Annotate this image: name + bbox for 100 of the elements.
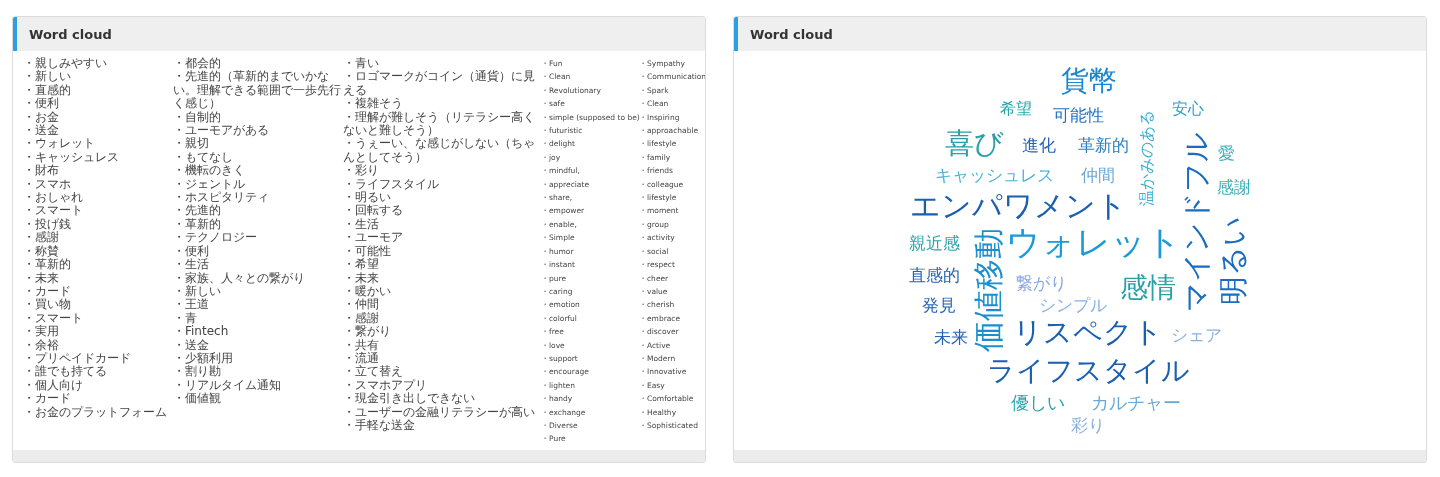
cloud-word: エンパワメント xyxy=(909,187,1127,223)
word-item: ・余裕 xyxy=(23,338,59,352)
cloud-word: リスペクト xyxy=(1013,315,1163,349)
cloud-word: 彩り xyxy=(1071,415,1105,435)
word-item: ・誰でも持てる xyxy=(23,365,107,379)
word-item: ・未来 xyxy=(23,271,59,285)
word-item: ・複雑そう xyxy=(343,97,403,111)
cloud-word: 進化 xyxy=(1022,135,1056,155)
word-item: ・うぇーい、な感じがしない（ちゃんとしてそう） xyxy=(343,137,536,164)
word-item: ・機転のきく xyxy=(173,164,245,178)
word-item: ・送金 xyxy=(173,338,209,352)
word-item: ・便利 xyxy=(173,244,209,258)
word-item: ・都会的 xyxy=(173,57,221,70)
word-item: ・実用 xyxy=(23,325,59,339)
word-item: ・親切 xyxy=(173,137,209,151)
panel-title: Word cloud xyxy=(29,26,112,42)
word-item: ・先進的（革新的までいかない。理解できる範囲で一歩先行く感じ） xyxy=(173,70,342,111)
word-item: ・送金 xyxy=(23,124,59,138)
word-item: ・仲間 xyxy=(343,298,379,312)
panel-title: Word cloud xyxy=(750,26,833,42)
word-item: ・ロゴマークがコイン（通貨）に見える xyxy=(343,70,536,97)
cloud-word: 希望 xyxy=(1000,98,1032,118)
cloud-word: 愛 xyxy=(1217,143,1235,163)
word-item: ・革新的 xyxy=(173,217,221,232)
cloud-word: 仲間 xyxy=(1081,165,1115,185)
word-item: ・先進的 xyxy=(173,204,221,218)
word-item: ・青 xyxy=(173,311,197,325)
word-item: ・生活 xyxy=(173,258,209,272)
cloud-word: 安心 xyxy=(1172,98,1204,118)
word-item: ・可能性 xyxy=(343,244,391,258)
word-item: ・青い xyxy=(343,57,379,70)
word-item: ・ライフスタイル xyxy=(343,177,439,191)
word-item: ・投げ銭 xyxy=(23,217,71,232)
cloud-word: 直感的 xyxy=(908,265,960,285)
word-item: ・ユーモアがある xyxy=(173,124,269,138)
word-item: ・希望 xyxy=(343,258,379,272)
word-item: ・親しみやすい xyxy=(23,57,107,70)
word-item: ・スマート xyxy=(23,311,83,325)
word-item: ・称賛 xyxy=(23,244,59,258)
word-item: ・Fintech xyxy=(173,325,229,339)
word-item: ・プリペイドカード xyxy=(23,351,131,365)
word-item: ・感謝 xyxy=(343,311,379,325)
cloud-word: 貨幣 xyxy=(1061,63,1117,97)
cloud-word: 価値移動 xyxy=(970,228,1006,352)
word-item: ・少額利用 xyxy=(173,351,233,365)
cloud-word: シンプル xyxy=(1039,295,1107,315)
word-item: ・現金引き出しできない xyxy=(343,392,475,406)
cloud-word: 発見 xyxy=(922,295,956,315)
word-item: ・価値観 xyxy=(173,392,221,406)
word-item: ・財布 xyxy=(23,164,59,178)
cloud-word: ライフスタイル xyxy=(986,353,1190,387)
cloud-word: 感謝 xyxy=(1217,177,1251,197)
cloud-word: 未来 xyxy=(934,327,968,347)
cloud-word: シェア xyxy=(1170,325,1222,345)
word-item: ・流通 xyxy=(343,351,379,365)
word-item: ・回転する xyxy=(343,204,403,218)
cloud-word: 明るい xyxy=(1216,215,1250,305)
cloud-word: 可能性 xyxy=(1052,105,1104,125)
word-item: ・未来 xyxy=(343,271,379,285)
word-item: ・ユーザーの金融リテラシーが高い xyxy=(343,405,535,419)
cloud-word: 繋がり xyxy=(1015,273,1067,293)
word-item: ・共有 xyxy=(343,338,379,352)
word-item: ・カード xyxy=(23,284,71,298)
word-item: ・感謝 xyxy=(23,231,59,245)
word-item: ・繋がり xyxy=(343,325,391,339)
word-item: ・彩り xyxy=(343,164,379,178)
word-item: ・スマート xyxy=(23,204,83,218)
word-item: ・便利 xyxy=(23,97,59,111)
word-item: ・スマホ xyxy=(23,177,71,192)
cloud-word: 優しい xyxy=(1011,391,1065,413)
word-item: ・ユーモア xyxy=(343,231,403,245)
word-item: ・もてなし xyxy=(173,150,233,164)
word-item: ・自制的 xyxy=(173,110,221,125)
cloud-word: 親近感 xyxy=(908,233,960,253)
word-item: ・ウォレット xyxy=(23,137,95,151)
word-item: ・新しい xyxy=(173,284,221,298)
word-item: ・キャッシュレス xyxy=(23,150,119,164)
cloud-word: 革新的 xyxy=(1077,135,1129,155)
word-item: ・王道 xyxy=(173,298,209,312)
cloud-word: 温かみのある xyxy=(1136,110,1156,206)
cloud-word: マインドフル xyxy=(1179,132,1213,312)
word-item: ・明るい xyxy=(343,191,391,205)
word-item: ・直感的 xyxy=(23,83,71,97)
word-item: ・暖かい xyxy=(343,284,391,298)
cloud-word: 喜び xyxy=(944,126,1004,160)
word-item: ・ホスピタリティ xyxy=(173,191,269,205)
word-item: ・お金 xyxy=(23,110,59,124)
cloud-word: 感情 xyxy=(1120,270,1176,304)
word-item: ・おしゃれ xyxy=(23,191,83,205)
word-item: ・お金のプラットフォーム xyxy=(23,405,167,419)
word-item: ・スマホアプリ xyxy=(343,378,427,392)
word-item: ・リアルタイム通知 xyxy=(173,378,281,392)
word-item: ・立て替え xyxy=(343,365,403,379)
word-item: ・家族、人々との繋がり xyxy=(173,271,305,285)
cloud-word: ウォレット xyxy=(1005,222,1181,262)
word-item: ・理解が難しそう（リテラシー高くないと難しそう） xyxy=(343,110,536,138)
word-item: ・革新的 xyxy=(23,258,71,272)
word-item: ・手軽な送金 xyxy=(343,418,415,433)
word-item: ・割り勘 xyxy=(173,365,221,379)
word-item: ・カード xyxy=(23,392,71,406)
